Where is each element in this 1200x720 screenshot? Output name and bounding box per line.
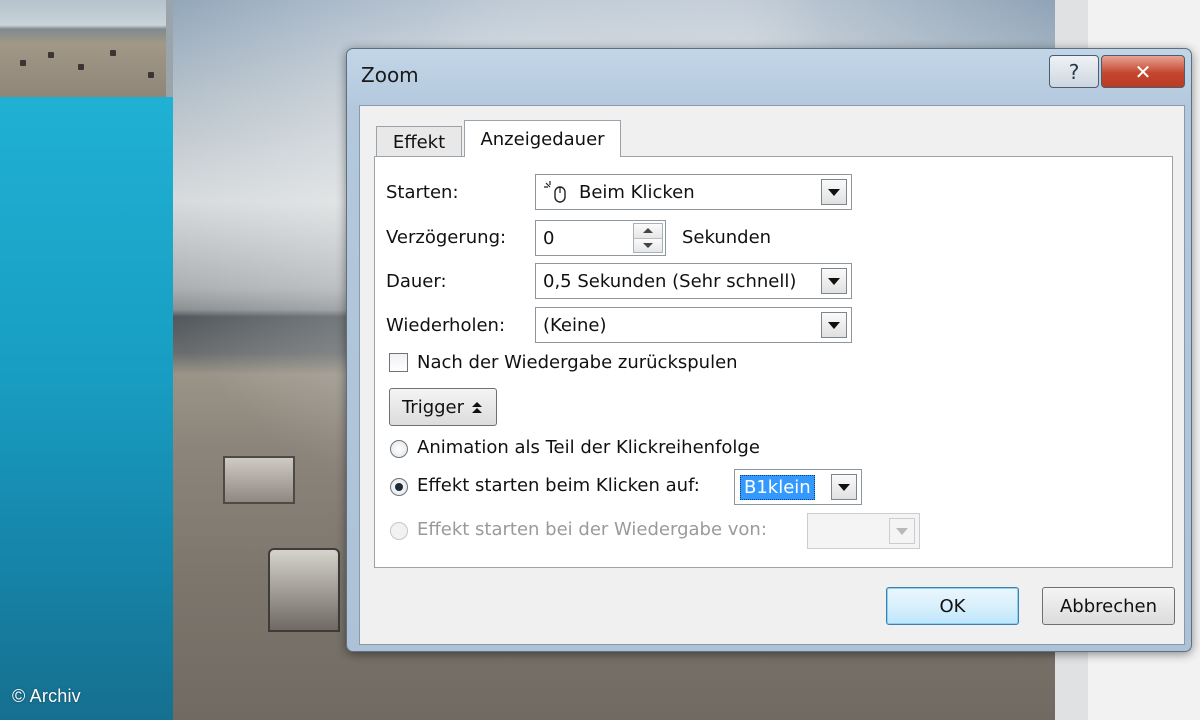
chevron-down-icon[interactable] xyxy=(821,312,847,338)
help-button[interactable]: ? xyxy=(1049,55,1099,88)
rewind-checkbox-label[interactable]: Nach der Wiedergabe zurückspulen xyxy=(417,352,738,373)
thumbnail-beach-chair xyxy=(148,72,154,78)
wiederholen-label: Wiederholen: xyxy=(386,315,506,336)
radio-click-sequence-label[interactable]: Animation als Teil der Klickreihenfolge xyxy=(417,437,760,458)
tab-panel-anzeigedauer: Starten: Beim Klicken Verzögerung: 0 Sek… xyxy=(374,156,1173,568)
rewind-checkbox[interactable] xyxy=(389,353,408,372)
radio-click-sequence[interactable] xyxy=(390,440,408,458)
starten-value: Beim Klicken xyxy=(579,181,695,203)
cancel-button-label: Abbrechen xyxy=(1059,595,1158,617)
thumbnail-beach-chair xyxy=(48,52,54,58)
close-button[interactable]: ✕ xyxy=(1101,55,1185,88)
cancel-button[interactable]: Abbrechen xyxy=(1042,587,1175,625)
wiederholen-value: (Keine) xyxy=(543,314,607,336)
beach-chair-image xyxy=(223,456,295,504)
ok-button-label: OK xyxy=(939,595,966,617)
dauer-value: 0,5 Sekunden (Sehr schnell) xyxy=(543,270,797,292)
chevron-down-icon[interactable] xyxy=(821,268,847,294)
radio-start-on-click[interactable] xyxy=(390,478,408,496)
radio-start-on-playback xyxy=(390,522,408,540)
trigger-object-value: B1klein xyxy=(740,474,815,500)
dialog-title: Zoom xyxy=(361,63,419,87)
close-icon: ✕ xyxy=(1134,59,1152,84)
dauer-dropdown[interactable]: 0,5 Sekunden (Sehr schnell) xyxy=(535,263,852,299)
copyright-notice: © Archiv xyxy=(12,686,81,706)
tab-anzeigedauer[interactable]: Anzeigedauer xyxy=(464,120,621,157)
radio-start-on-playback-label: Effekt starten bei der Wiedergabe von: xyxy=(417,519,767,540)
tab-effekt[interactable]: Effekt xyxy=(376,126,462,157)
trigger-button-label: Trigger xyxy=(401,396,465,418)
ok-button[interactable]: OK xyxy=(886,587,1019,625)
zoom-dialog: Zoom ? ✕ Effekt Anzeigedauer Starten: Be… xyxy=(346,48,1192,652)
thumbnail-beach-chair xyxy=(110,50,116,56)
verzoegerung-value: 0 xyxy=(543,227,555,249)
starten-label: Starten: xyxy=(386,182,459,203)
thumbnail-pane xyxy=(0,97,173,720)
verzoegerung-spinner[interactable]: 0 xyxy=(535,220,666,256)
slide-thumbnail[interactable] xyxy=(0,0,166,97)
chevron-down-icon xyxy=(889,518,915,544)
spin-up-icon[interactable] xyxy=(634,224,662,239)
wiederholen-dropdown[interactable]: (Keine) xyxy=(535,307,852,343)
spin-down-icon[interactable] xyxy=(634,238,662,252)
verzoegerung-unit: Sekunden xyxy=(682,227,772,248)
radio-start-on-click-label[interactable]: Effekt starten beim Klicken auf: xyxy=(417,475,700,496)
mouse-click-icon xyxy=(544,181,566,203)
chevron-down-icon[interactable] xyxy=(821,179,847,205)
dialog-client-area: Effekt Anzeigedauer Starten: Beim Klicke… xyxy=(359,105,1185,645)
trigger-object-dropdown[interactable]: B1klein xyxy=(734,469,862,505)
playback-object-dropdown xyxy=(807,513,920,549)
chevron-down-icon[interactable] xyxy=(831,474,857,500)
starten-dropdown[interactable]: Beim Klicken xyxy=(535,174,852,210)
thumbnail-beach-chair xyxy=(20,60,26,66)
verzoegerung-label: Verzögerung: xyxy=(386,227,507,248)
thumbnail-beach-chair xyxy=(78,64,84,70)
double-chevron-up-icon xyxy=(472,402,483,413)
tab-label: Anzeigedauer xyxy=(480,128,605,150)
help-icon: ? xyxy=(1068,59,1080,84)
beach-chair-image xyxy=(268,548,340,632)
trigger-button[interactable]: Trigger xyxy=(389,388,497,426)
dauer-label: Dauer: xyxy=(386,271,447,292)
tab-label: Effekt xyxy=(392,131,446,153)
